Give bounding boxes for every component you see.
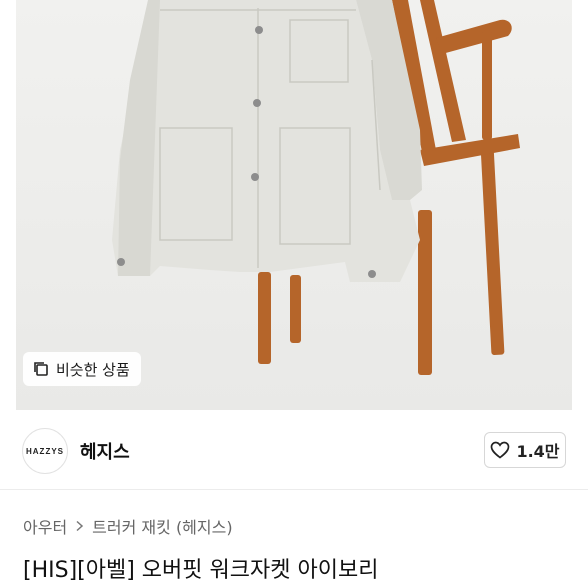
- like-button[interactable]: 1.4만: [484, 432, 566, 468]
- shop-row[interactable]: HAZZYS 헤지스 1.4만: [0, 410, 588, 490]
- product-image[interactable]: 비슷한 상품: [0, 0, 588, 410]
- shop-name[interactable]: 헤지스: [80, 438, 130, 464]
- similar-products-button[interactable]: 비슷한 상품: [23, 352, 141, 386]
- heart-outline-icon: [491, 441, 510, 459]
- breadcrumb-category[interactable]: 아우터: [23, 514, 67, 538]
- breadcrumb: 아우터 트러커 재킷 (헤지스): [23, 514, 233, 538]
- shop-logo[interactable]: HAZZYS: [22, 428, 68, 474]
- chevron-right-icon: [76, 520, 84, 532]
- shop-logo-text: HAZZYS: [26, 446, 64, 456]
- breadcrumb-subcategory[interactable]: 트러커 재킷 (헤지스): [92, 514, 232, 538]
- copy-icon: [34, 362, 48, 376]
- like-count: 1.4만: [516, 442, 560, 461]
- similar-products-label: 비슷한 상품: [56, 360, 130, 379]
- product-photo: [0, 0, 588, 410]
- product-title: [HIS][아벨] 오버핏 워크자켓 아이보리: [23, 558, 379, 583]
